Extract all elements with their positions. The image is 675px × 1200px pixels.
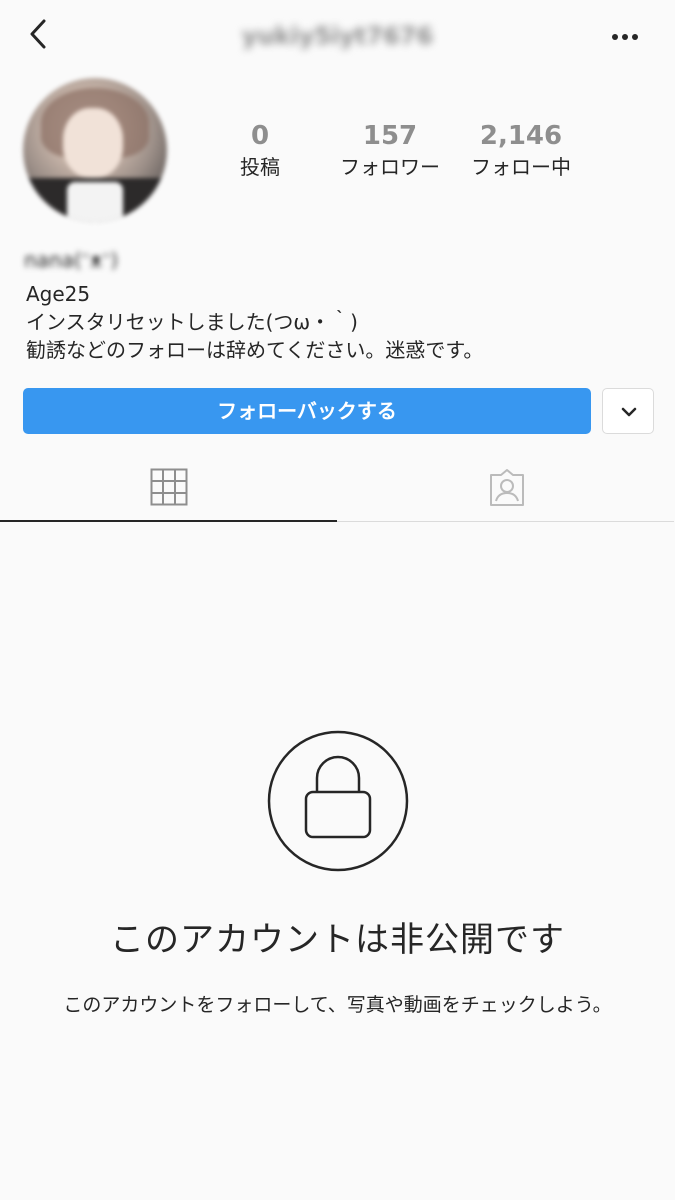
- lock-icon: [267, 730, 409, 872]
- display-name: nana(ᵔᴥᵔ): [24, 248, 119, 272]
- chevron-left-icon: [30, 19, 46, 49]
- tab-grid[interactable]: [0, 462, 337, 522]
- tagged-person-icon: [490, 469, 524, 506]
- followers-label: フォロワー: [340, 155, 440, 179]
- grid-icon: [150, 468, 188, 506]
- posts-count: 0: [250, 121, 270, 151]
- followers-count: 157: [362, 121, 418, 151]
- bio: Age25 インスタリセットしました(つω・｀) 勧誘などのフォローは辞めてくだ…: [26, 280, 483, 364]
- back-button[interactable]: [22, 14, 58, 54]
- bio-line: インスタリセットしました(つω・｀): [26, 310, 358, 334]
- suggestions-dropdown-button[interactable]: [602, 388, 654, 434]
- posts-stat: 0 投稿: [195, 120, 325, 182]
- following-label: フォロー中: [471, 155, 571, 179]
- followers-stat[interactable]: 157 フォロワー: [325, 120, 455, 182]
- more-options-button[interactable]: [606, 22, 646, 52]
- tab-tagged[interactable]: [337, 462, 674, 522]
- chevron-down-icon: [621, 407, 637, 417]
- posts-label: 投稿: [240, 155, 280, 179]
- follow-back-button[interactable]: フォローバックする: [23, 388, 591, 434]
- more-dots-icon: [612, 34, 638, 40]
- profile-page: yukiy5iyt7676 0 投稿 157 フォロワー 2,146 フォロー中…: [0, 0, 675, 1200]
- following-stat[interactable]: 2,146 フォロー中: [456, 120, 586, 182]
- bio-line: Age25: [26, 282, 91, 306]
- private-account-title: このアカウントは非公開です: [110, 920, 565, 960]
- private-account-description: このアカウントをフォローして、写真や動画をチェックしよう。: [63, 994, 612, 1016]
- following-count: 2,146: [479, 121, 563, 151]
- header-username: yukiy5iyt7676: [241, 22, 434, 50]
- avatar[interactable]: [23, 78, 167, 222]
- bio-line: 勧誘などのフォローは辞めてください。迷惑です。: [26, 338, 484, 362]
